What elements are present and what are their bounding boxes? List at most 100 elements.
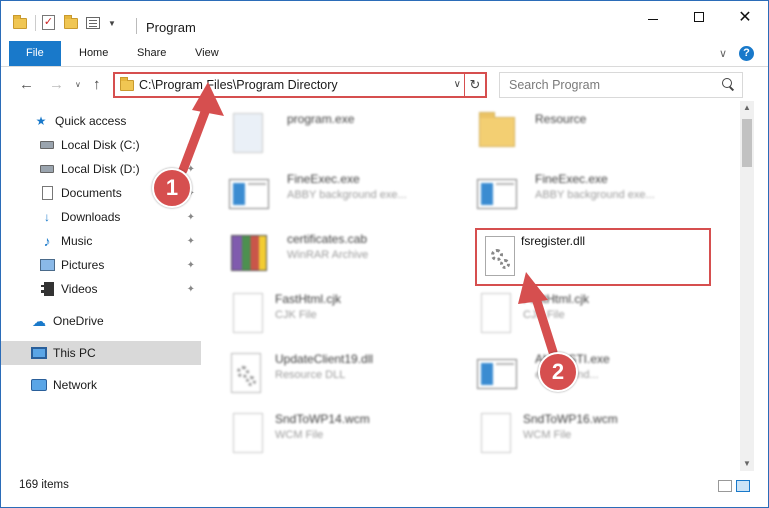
expand-ribbon-icon[interactable]: ∨ bbox=[719, 47, 727, 60]
folder-icon bbox=[120, 77, 134, 91]
file-item[interactable]: program.exe bbox=[211, 103, 459, 163]
file-type: CJK File bbox=[275, 309, 317, 321]
title-divider bbox=[136, 18, 137, 34]
file-name: UpdateClient19.dll bbox=[275, 352, 374, 366]
tab-view[interactable]: View bbox=[181, 41, 233, 66]
file-item[interactable]: FineExec.exe ABBY background exe... bbox=[459, 163, 707, 223]
pin-icon[interactable]: ✦ bbox=[187, 164, 195, 175]
file-type: CJK File bbox=[523, 309, 565, 321]
scroll-thumb[interactable] bbox=[742, 119, 752, 167]
scroll-down-icon[interactable]: ▼ bbox=[740, 457, 754, 471]
scroll-up-icon[interactable]: ▲ bbox=[740, 101, 754, 115]
file-item-fsregister-dll[interactable]: fsregister.dll bbox=[475, 228, 711, 286]
file-type: Resource DLL bbox=[275, 369, 346, 381]
pin-icon[interactable]: ✦ bbox=[187, 140, 195, 151]
tiles-view-icon[interactable] bbox=[736, 480, 750, 492]
search-placeholder: Search Program bbox=[509, 78, 601, 92]
sidebar-item-music[interactable]: ♪ Music ✦ bbox=[39, 229, 201, 253]
vertical-scrollbar[interactable]: ▲ ▼ bbox=[740, 101, 754, 471]
sidebar-item-downloads[interactable]: ↓ Downloads ✦ bbox=[39, 205, 201, 229]
sidebar-item-label: Downloads bbox=[61, 210, 121, 224]
sidebar-item-videos[interactable]: Videos ✦ bbox=[39, 277, 201, 301]
customize-toolbar-icon[interactable] bbox=[86, 15, 102, 31]
sidebar-item-local-disk-c[interactable]: Local Disk (C:) ✦ bbox=[39, 133, 201, 157]
file-icon bbox=[477, 409, 515, 455]
network-icon bbox=[31, 377, 47, 393]
help-icon[interactable]: ? bbox=[739, 46, 754, 61]
maximize-button[interactable] bbox=[676, 1, 722, 33]
file-item[interactable]: FastHtml.cjk CJK File bbox=[459, 283, 707, 343]
chevron-down-icon[interactable]: ∨ bbox=[454, 79, 461, 90]
file-item[interactable]: certificates.cab WinRAR Archive bbox=[211, 223, 459, 283]
file-name: FastHtml.cjk bbox=[523, 292, 589, 306]
details-view-icon[interactable] bbox=[718, 480, 732, 492]
tab-home[interactable]: Home bbox=[65, 41, 122, 66]
tab-file[interactable]: File bbox=[9, 41, 61, 66]
search-icon[interactable] bbox=[722, 78, 734, 90]
tab-share[interactable]: Share bbox=[123, 41, 180, 66]
file-name: Resource bbox=[535, 112, 587, 126]
search-input[interactable]: Search Program bbox=[499, 72, 743, 98]
chevron-down-icon[interactable]: ▼ bbox=[108, 19, 116, 28]
file-name: program.exe bbox=[287, 112, 355, 126]
file-name: SndToWP16.wcm bbox=[523, 412, 618, 426]
forward-arrow-icon[interactable]: → bbox=[49, 76, 64, 93]
up-arrow-icon[interactable]: ↑ bbox=[93, 76, 101, 93]
pictures-icon bbox=[39, 257, 55, 273]
pin-icon[interactable]: ✦ bbox=[187, 236, 195, 247]
music-icon: ♪ bbox=[43, 233, 51, 249]
navigation-bar: ← → ∨ ↑ C:\Program Files\Program Directo… bbox=[1, 69, 768, 101]
installer-icon bbox=[229, 109, 267, 155]
back-arrow-icon[interactable]: ← bbox=[19, 76, 34, 93]
exe-icon bbox=[477, 169, 517, 215]
computer-icon bbox=[31, 345, 47, 361]
sidebar-item-this-pc[interactable]: This PC bbox=[1, 341, 201, 365]
file-type: WinRAR Archive bbox=[287, 249, 369, 261]
new-folder-icon[interactable] bbox=[64, 15, 80, 31]
refresh-icon[interactable]: ↻ bbox=[464, 74, 485, 96]
cloud-icon: ☁ bbox=[32, 312, 46, 329]
file-type: ABBY background exe... bbox=[535, 189, 655, 201]
sidebar-item-onedrive[interactable]: ☁ OneDrive bbox=[31, 309, 201, 333]
sidebar-item-quick-access[interactable]: ★ Quick access bbox=[33, 109, 233, 133]
minimize-button[interactable] bbox=[630, 1, 676, 33]
pin-icon[interactable]: ✦ bbox=[187, 284, 195, 295]
properties-check-icon[interactable]: ✓ bbox=[42, 15, 58, 31]
recent-locations-icon[interactable]: ∨ bbox=[75, 80, 81, 89]
file-explorer-window: ✓ ▼ Program ✕ File Home Share View ∨ ? ←… bbox=[0, 0, 769, 508]
file-name: SndToWP14.wcm bbox=[275, 412, 370, 426]
file-item[interactable]: AbbyySTI.exe event hand... bbox=[459, 343, 707, 403]
address-path[interactable]: C:\Program Files\Program Directory bbox=[139, 78, 338, 92]
file-name: FastHtml.cjk bbox=[275, 292, 341, 306]
step-2-badge: 2 bbox=[538, 352, 578, 392]
folder-icon[interactable] bbox=[13, 15, 29, 31]
file-item[interactable]: SndToWP14.wcm WCM File bbox=[211, 403, 459, 463]
address-bar[interactable]: C:\Program Files\Program Directory ∨ ↻ bbox=[113, 72, 487, 98]
download-icon: ↓ bbox=[44, 210, 50, 224]
file-name: fsregister.dll bbox=[521, 234, 586, 248]
sidebar-item-label: This PC bbox=[53, 346, 96, 360]
window-controls: ✕ bbox=[630, 1, 768, 33]
sidebar-item-label: Pictures bbox=[61, 258, 105, 272]
sidebar-item-label: OneDrive bbox=[53, 314, 104, 328]
sidebar-item-pictures[interactable]: Pictures ✦ bbox=[39, 253, 201, 277]
file-item[interactable]: SndToWP16.wcm WCM File bbox=[459, 403, 707, 463]
file-item[interactable]: UpdateClient19.dll Resource DLL bbox=[211, 343, 459, 403]
pin-icon[interactable]: ✦ bbox=[187, 212, 195, 223]
exe-icon bbox=[477, 349, 517, 395]
sidebar-item-network[interactable]: Network bbox=[31, 373, 201, 397]
file-item[interactable]: FineExec.exe ABBY background exe... bbox=[211, 163, 459, 223]
quick-access-toolbar: ✓ ▼ bbox=[13, 15, 116, 31]
close-button[interactable]: ✕ bbox=[722, 1, 768, 33]
file-item[interactable]: Resource bbox=[459, 103, 707, 163]
file-icon bbox=[229, 409, 267, 455]
pin-icon[interactable]: ✦ bbox=[187, 260, 195, 271]
drive-icon bbox=[39, 161, 55, 177]
ribbon-right-controls: ∨ ? bbox=[719, 46, 754, 61]
dll-gear-icon bbox=[229, 349, 267, 395]
star-icon: ★ bbox=[35, 114, 47, 128]
file-item[interactable]: FastHtml.cjk CJK File bbox=[211, 283, 459, 343]
videos-icon bbox=[39, 281, 55, 297]
item-count: 169 items bbox=[19, 479, 69, 491]
file-list: program.exe Resource FineExec.exe ABBY b… bbox=[211, 101, 739, 473]
